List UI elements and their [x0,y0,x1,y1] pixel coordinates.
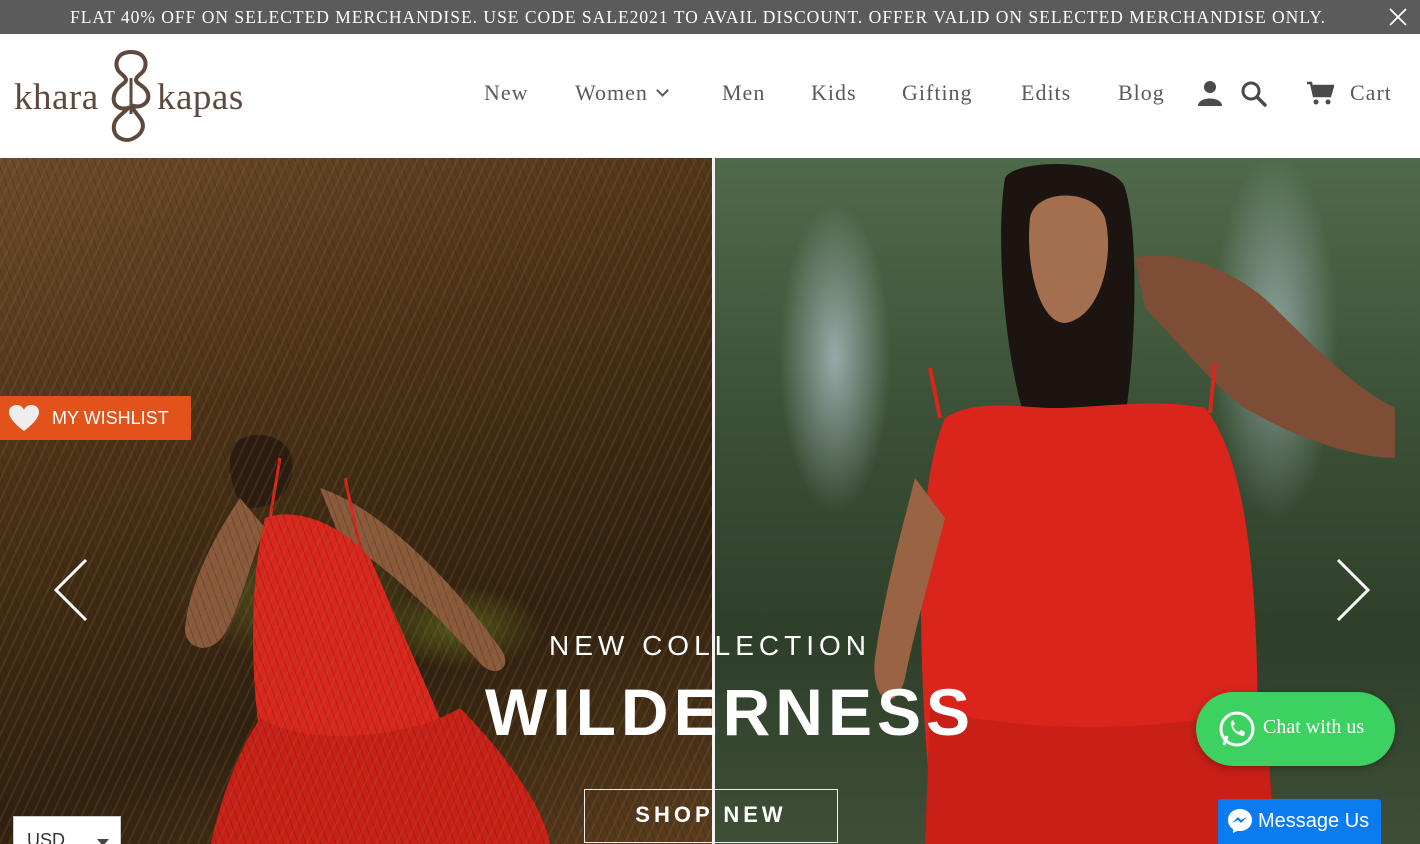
nav-item-edits[interactable]: Edits [1021,80,1071,106]
messenger-button[interactable]: Message Us [1218,799,1381,844]
whatsapp-icon [1218,710,1256,753]
nav-item-men[interactable]: Men [722,80,765,106]
cart-link[interactable]: Cart [1350,80,1392,106]
whatsapp-chat-button[interactable]: Chat with us [1196,692,1395,766]
wishlist-label: MY WISHLIST [52,408,169,428]
brand-logo[interactable]: khara kapas [12,48,257,144]
account-icon[interactable] [1198,80,1222,111]
nav-item-blog[interactable]: Blog [1118,80,1165,106]
brand-word-2: kapas [157,77,244,118]
my-wishlist-button[interactable]: MY WISHLIST [0,396,191,440]
slider-prev-arrow-icon[interactable] [52,558,92,627]
messenger-label: Message Us [1258,810,1370,832]
cart-icon[interactable] [1306,80,1335,111]
site-header: khara kapas New Women Men Kids Gifting E… [0,34,1420,158]
brand-word-1: khara [14,77,99,118]
nav-item-women[interactable]: Women [575,80,669,106]
currency-value: USD [27,830,66,844]
caret-down-icon [97,839,109,844]
hero-title: WILDERNESS [484,675,976,749]
announcement-bar: FLAT 40% OFF ON SELECTED MERCHANDISE. US… [0,0,1420,34]
search-icon[interactable] [1241,81,1267,112]
nav-item-gifting[interactable]: Gifting [902,80,973,106]
messenger-icon [1227,808,1253,840]
chevron-down-icon [656,84,669,97]
close-icon[interactable] [1386,5,1410,29]
announcement-text: FLAT 40% OFF ON SELECTED MERCHANDISE. US… [69,7,1327,27]
heart-icon [8,404,40,448]
hero-subtitle: NEW COLLECTION [548,630,872,661]
currency-selector[interactable]: USD [13,816,121,844]
slider-next-arrow-icon[interactable] [1332,558,1372,627]
chat-label: Chat with us [1263,716,1365,738]
nav-item-kids[interactable]: Kids [811,80,857,106]
nav-item-women-label: Women [575,80,648,105]
nav-item-new[interactable]: New [484,80,529,106]
shop-new-button[interactable]: SHOP NEW [584,789,838,843]
logo-mark-icon [111,49,151,142]
